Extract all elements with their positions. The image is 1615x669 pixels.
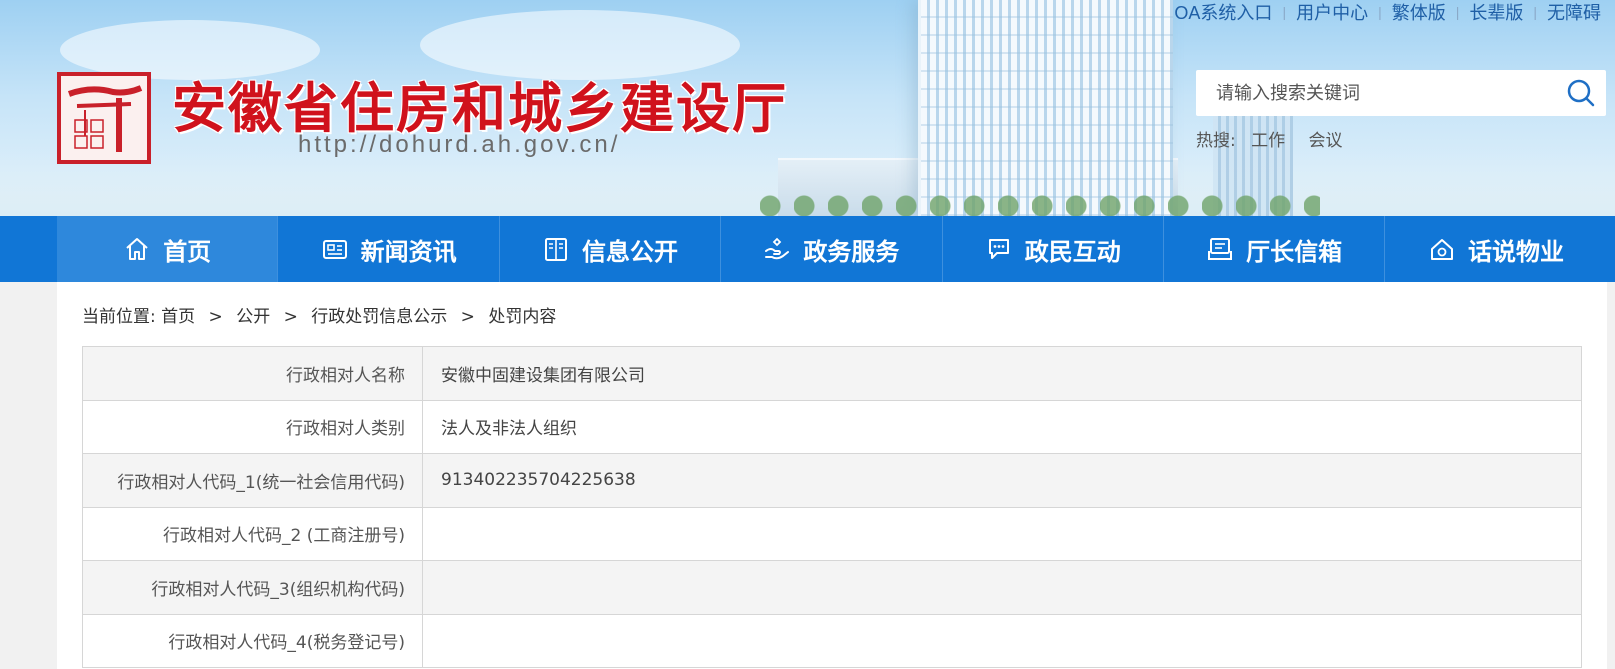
field-value: 913402235704225638 — [422, 453, 1582, 508]
nav-item-label: 新闻资讯 — [360, 237, 457, 266]
traditional-chinese-link[interactable]: 繁体版 — [1392, 0, 1446, 25]
nav-item-label: 话说物业 — [1468, 237, 1565, 266]
user-center-link[interactable]: 用户中心 — [1296, 0, 1368, 25]
divider: | — [1378, 4, 1382, 20]
nav-item-label: 首页 — [163, 237, 212, 266]
elderly-version-link[interactable]: 长辈版 — [1469, 0, 1523, 25]
nav-item-label: 信息公开 — [581, 237, 678, 266]
divider: | — [1455, 4, 1460, 20]
breadcrumb-home[interactable]: 首页 — [161, 307, 195, 327]
site-url: http://dohurd.ah.gov.cn/ — [298, 131, 621, 158]
divider: | — [1533, 4, 1537, 20]
property-icon — [1428, 235, 1456, 263]
field-label: 行政相对人类别 — [82, 399, 423, 454]
nav-item-gov-service[interactable]: 政务服务 — [721, 216, 943, 282]
breadcrumb-public[interactable]: 公开 — [236, 307, 270, 327]
breadcrumb-separator: > — [283, 307, 298, 327]
nav-item-home[interactable]: 首页 — [57, 216, 279, 282]
field-label: 行政相对人代码_3(组织机构代码) — [82, 560, 423, 615]
table-row: 行政相对人代码_2 (工商注册号) — [82, 506, 1582, 561]
nav-item-news[interactable]: 新闻资讯 — [278, 216, 500, 282]
field-value: 法人及非法人组织 — [422, 399, 1582, 454]
nav-item-info-disclosure[interactable]: 信息公开 — [500, 216, 722, 282]
penalty-info-table: 行政相对人名称 安徽中固建设集团有限公司 行政相对人类别 法人及非法人组织 行政… — [82, 346, 1582, 668]
mailbox-icon — [1206, 235, 1234, 263]
table-row: 行政相对人代码_1(统一社会信用代码) 913402235704225638 — [82, 453, 1582, 508]
accessibility-link[interactable]: 无障碍 — [1547, 0, 1601, 25]
table-row: 行政相对人名称 安徽中固建设集团有限公司 — [82, 346, 1582, 401]
divider: | — [1282, 4, 1287, 20]
field-label: 行政相对人代码_4(税务登记号) — [82, 613, 423, 668]
chat-icon — [985, 235, 1013, 263]
service-icon — [763, 235, 791, 263]
main-nav: 首页 新闻资讯 信息公开 政务服务 政民互动 厅长信箱 话说物业 — [0, 216, 1615, 282]
field-label: 行政相对人代码_2 (工商注册号) — [82, 506, 423, 561]
nav-item-label: 政民互动 — [1024, 237, 1121, 266]
table-row: 行政相对人代码_3(组织机构代码) — [82, 560, 1582, 615]
breadcrumb-penalty-content[interactable]: 处罚内容 — [488, 307, 556, 327]
breadcrumb-penalty-info[interactable]: 行政处罚信息公示 — [311, 307, 447, 327]
trees-illustration — [760, 186, 1320, 216]
news-icon — [321, 235, 349, 263]
table-row: 行政相对人类别 法人及非法人组织 — [82, 399, 1582, 454]
oa-system-link[interactable]: OA系统入口 — [1174, 0, 1272, 25]
header-banner: 安徽省住房和城乡建设厅 http://dohurd.ah.gov.cn/ OA系… — [0, 0, 1615, 216]
table-row: 行政相对人代码_4(税务登记号) — [82, 613, 1582, 668]
book-icon — [542, 235, 570, 263]
field-value — [422, 613, 1582, 668]
breadcrumb-separator: > — [208, 307, 223, 327]
hot-search-item[interactable]: 会议 — [1309, 131, 1343, 151]
breadcrumb-prefix: 当前位置: — [82, 307, 156, 327]
nav-item-label: 厅长信箱 — [1246, 237, 1343, 266]
field-value — [422, 506, 1582, 561]
hot-search: 热搜: 工作 会议 — [1196, 126, 1361, 151]
home-icon — [123, 235, 151, 263]
breadcrumb-separator: > — [460, 307, 475, 327]
field-label: 行政相对人代码_1(统一社会信用代码) — [82, 453, 423, 508]
hot-search-item[interactable]: 工作 — [1251, 131, 1285, 151]
nav-item-label: 政务服务 — [803, 237, 900, 266]
nav-item-interaction[interactable]: 政民互动 — [943, 216, 1164, 282]
search-box — [1196, 70, 1606, 116]
breadcrumb: 当前位置: 首页 > 公开 > 行政处罚信息公示 > 处罚内容 — [82, 302, 556, 327]
field-label: 行政相对人名称 — [82, 346, 423, 401]
nav-item-director-mailbox[interactable]: 厅长信箱 — [1164, 216, 1386, 282]
search-icon[interactable] — [1564, 76, 1598, 110]
hot-search-label: 热搜: — [1196, 131, 1236, 151]
seal-logo-icon[interactable] — [57, 72, 151, 164]
top-links: OA系统入口 | 用户中心 | 繁体版 | 长辈版 | 无障碍 — [1174, 0, 1601, 24]
field-value: 安徽中固建设集团有限公司 — [422, 346, 1582, 401]
nav-item-property-talk[interactable]: 话说物业 — [1385, 216, 1606, 282]
building-main-illustration — [918, 0, 1173, 216]
field-value — [422, 560, 1582, 615]
search-input[interactable] — [1196, 70, 1546, 116]
